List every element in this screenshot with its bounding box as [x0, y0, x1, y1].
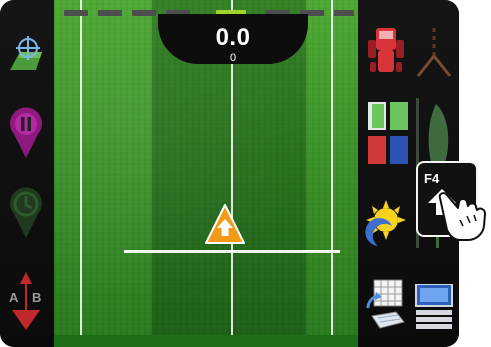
- ab-label-a: A: [9, 290, 19, 305]
- history-pin-icon: [10, 187, 42, 238]
- pointing-hand-icon: [438, 192, 486, 241]
- guidance-screen: A B 0.0 0: [0, 0, 459, 347]
- vehicle-cursor-icon: [205, 204, 245, 244]
- left-guide-line: [80, 0, 82, 335]
- vehicle-button[interactable]: [366, 26, 406, 72]
- pause-pin-icon: [10, 107, 42, 158]
- day-night-icon: [365, 200, 406, 246]
- offset-value: 0.0: [215, 24, 251, 51]
- field-map-icon: [10, 36, 42, 70]
- pause-button[interactable]: [6, 104, 46, 160]
- tractor-icon: [368, 28, 404, 72]
- left-toolbar: A B: [0, 0, 54, 347]
- right-guide-line: [331, 0, 333, 335]
- history-button[interactable]: [6, 184, 46, 240]
- offset-readout: 0.0 0: [158, 14, 308, 64]
- field-view[interactable]: 0.0 0: [54, 0, 358, 347]
- settings-button[interactable]: [366, 278, 406, 330]
- section-indicator: [334, 10, 354, 16]
- offset-sub-value: 0: [229, 52, 237, 64]
- ab-line-button[interactable]: A B: [6, 270, 46, 332]
- section-control-button[interactable]: [368, 102, 408, 166]
- ab-line-icon: A B: [9, 272, 41, 330]
- section-indicator: [98, 10, 122, 16]
- implement-bar: [124, 250, 340, 253]
- path-button[interactable]: [414, 26, 454, 77]
- settings-grid-icon: [366, 279, 405, 329]
- branch-icon: [416, 28, 452, 77]
- field-map-button[interactable]: [6, 34, 46, 74]
- section-indicator: [64, 10, 88, 16]
- display-button[interactable]: [414, 283, 454, 330]
- ab-label-b: B: [32, 290, 41, 305]
- display-icon: [415, 283, 453, 329]
- day-night-button[interactable]: [364, 200, 406, 248]
- section-indicator: [132, 10, 156, 16]
- field-edge: [54, 335, 358, 347]
- f4-label: F4: [424, 171, 440, 186]
- section-control-icon: [368, 102, 408, 164]
